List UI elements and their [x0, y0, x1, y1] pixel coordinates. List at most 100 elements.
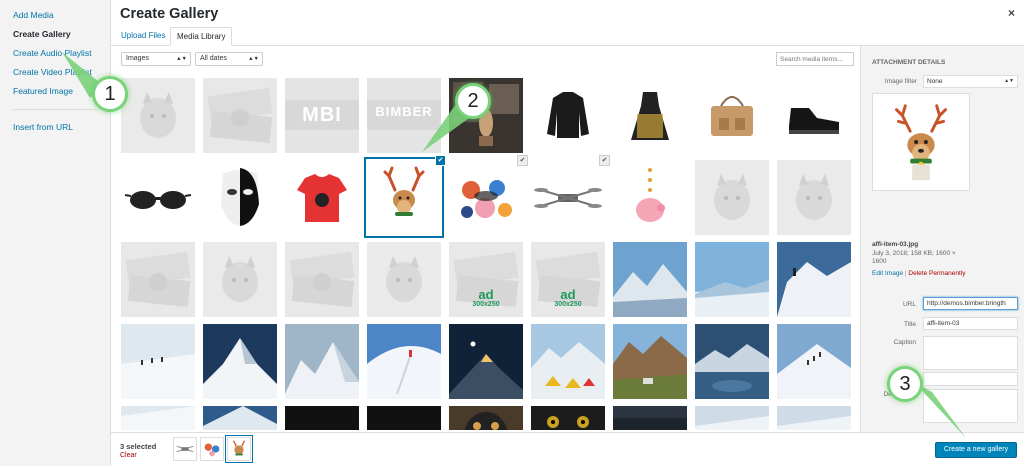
attachment-image — [121, 160, 195, 235]
checkmark-icon[interactable]: ✔ — [517, 155, 528, 166]
chevron-down-icon: ▲▼ — [1004, 78, 1014, 84]
selected-thumb-deer-dog[interactable] — [227, 437, 251, 461]
image-filter-select[interactable]: None ▲▼ — [923, 75, 1018, 88]
attachment-thumb[interactable] — [777, 78, 851, 153]
menu-add-media[interactable]: Add Media — [0, 6, 110, 25]
actions-separator: | — [904, 270, 907, 277]
attachment-image — [121, 324, 195, 399]
attachment-image — [531, 160, 605, 235]
attachment-thumb[interactable] — [285, 160, 359, 235]
attachment-thumb[interactable] — [613, 324, 687, 399]
ad-label: ad — [560, 287, 576, 302]
attachment-thumb[interactable] — [695, 78, 769, 153]
selected-thumb-drone[interactable] — [173, 437, 197, 461]
attachment-thumb[interactable] — [285, 324, 359, 399]
attachment-thumb[interactable] — [613, 78, 687, 153]
attachment-meta-line2: 1600 — [872, 258, 887, 265]
image-filter-label: Image filter — [884, 78, 917, 85]
attachment-thumb[interactable] — [285, 242, 359, 317]
attachment-image — [449, 324, 523, 399]
attachment-thumb[interactable] — [203, 78, 277, 153]
attachment-thumb[interactable] — [121, 78, 195, 153]
attachment-thumb[interactable] — [203, 160, 277, 235]
attachment-image — [695, 406, 769, 430]
delete-permanently-link[interactable]: Delete Permanently — [908, 270, 965, 277]
create-new-gallery-button[interactable]: Create a new gallery — [935, 442, 1017, 458]
attachment-thumb[interactable]: MBI — [285, 78, 359, 153]
attachment-thumb[interactable] — [777, 160, 851, 235]
attachment-thumb[interactable] — [695, 242, 769, 317]
details-heading: ATTACHMENT DETAILS — [872, 59, 946, 66]
attachment-thumb[interactable] — [203, 324, 277, 399]
attachment-preview — [872, 93, 970, 191]
attachment-thumb[interactable] — [695, 406, 769, 430]
caption-label: Caption — [893, 339, 916, 346]
attachment-thumb[interactable] — [695, 324, 769, 399]
attachment-thumb[interactable] — [531, 406, 605, 430]
attachment-thumb[interactable] — [367, 242, 441, 317]
attachment-thumb[interactable] — [121, 242, 195, 317]
attachment-thumb[interactable] — [613, 242, 687, 317]
search-input[interactable]: Search media items... — [776, 52, 854, 66]
attachment-thumb[interactable]: ad 300x250 — [449, 242, 523, 317]
logo-text: MBI — [302, 104, 342, 126]
ad-size-label: 300x250 — [472, 301, 500, 308]
url-field[interactable]: http://demos.bimber.bringth — [923, 297, 1018, 310]
attachment-meta-line1: July 3, 2018; 158 KB; 1600 × — [872, 250, 956, 257]
attachment-thumb[interactable] — [449, 406, 523, 430]
close-icon[interactable]: × — [1008, 6, 1015, 20]
clear-selection-link[interactable]: Clear — [120, 452, 137, 459]
caption-field[interactable] — [923, 336, 1018, 370]
date-filter-select[interactable]: All dates ▲▼ — [195, 52, 263, 66]
url-label: URL — [902, 301, 916, 308]
selected-thumb-pattern[interactable] — [200, 437, 224, 461]
attachment-thumb[interactable] — [367, 406, 441, 430]
attachments-grid: MBI BIMBER ad 300x250 ad 300x250 ✔ ✔ ✔ — [111, 72, 860, 430]
pattern-thumb-image — [201, 438, 223, 460]
attachment-thumb[interactable] — [121, 324, 195, 399]
attachment-thumb[interactable] — [777, 324, 851, 399]
attachment-thumb[interactable] — [531, 324, 605, 399]
attachment-thumb[interactable] — [449, 160, 523, 235]
attachment-thumb[interactable] — [449, 324, 523, 399]
attachment-image — [285, 406, 359, 430]
attachment-image — [613, 406, 687, 430]
attachment-thumb[interactable] — [613, 406, 687, 430]
attachment-thumb[interactable] — [531, 160, 605, 235]
type-filter-select[interactable]: Images ▲▼ — [121, 52, 191, 66]
attachment-image — [695, 324, 769, 399]
attachment-image — [613, 242, 687, 317]
attachment-image — [777, 406, 851, 430]
attachment-thumb[interactable] — [367, 160, 441, 235]
attachment-thumb[interactable] — [531, 78, 605, 153]
attachment-thumb[interactable] — [613, 160, 687, 235]
attachment-thumb[interactable] — [203, 242, 277, 317]
callout-3: 3 — [887, 366, 923, 402]
menu-create-gallery[interactable]: Create Gallery — [0, 25, 110, 44]
edit-image-link[interactable]: Edit Image — [872, 270, 903, 277]
attachment-thumb[interactable] — [121, 406, 195, 430]
attachment-image — [367, 324, 441, 399]
attachment-image — [367, 242, 441, 317]
attachment-thumb[interactable] — [285, 406, 359, 430]
attachment-image — [285, 242, 359, 317]
attachment-image — [695, 78, 769, 153]
menu-insert-from-url[interactable]: Insert from URL — [0, 118, 110, 137]
attachment-image — [121, 78, 195, 153]
attachment-thumb[interactable] — [777, 406, 851, 430]
attachment-thumb[interactable] — [777, 242, 851, 317]
attachment-thumb[interactable] — [695, 160, 769, 235]
attachment-image — [285, 324, 359, 399]
title-field[interactable]: affi-item-03 — [923, 317, 1018, 330]
attachment-thumb[interactable] — [367, 324, 441, 399]
tab-media-library[interactable]: Media Library — [170, 27, 233, 46]
checkmark-icon[interactable]: ✔ — [435, 155, 446, 166]
attachment-thumb[interactable]: ad 300x250 — [531, 242, 605, 317]
ad-size-label: 300x250 — [554, 301, 582, 308]
attachment-image — [531, 324, 605, 399]
attachment-thumb[interactable] — [203, 406, 277, 430]
drone-thumb-image — [174, 438, 196, 460]
tab-upload-files[interactable]: Upload Files — [115, 27, 171, 46]
checkmark-icon[interactable]: ✔ — [599, 155, 610, 166]
attachment-thumb[interactable] — [121, 160, 195, 235]
